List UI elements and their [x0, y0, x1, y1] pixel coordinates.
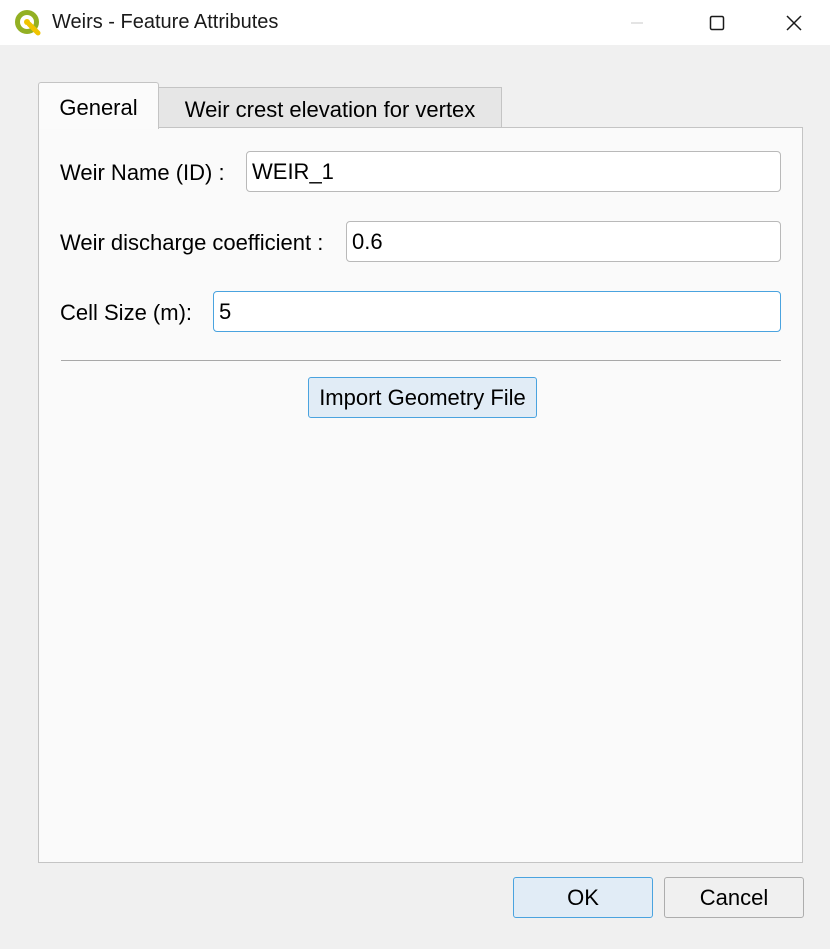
tab-general[interactable]: General	[38, 82, 159, 129]
weir-name-input[interactable]	[246, 151, 781, 192]
import-geometry-file-button[interactable]: Import Geometry File	[308, 377, 537, 418]
cell-size-label: Cell Size (m):	[60, 300, 193, 325]
title-bar[interactable]: Weirs - Feature Attributes	[0, 0, 830, 45]
general-tab-panel: Weir Name (ID) : Weir discharge coeffici…	[38, 127, 803, 863]
tab-weir-crest-elevation[interactable]: Weir crest elevation for vertex	[159, 87, 502, 128]
maximize-icon	[709, 15, 725, 30]
weir-name-label: Weir Name (ID) :	[60, 160, 225, 185]
window-title: Weirs - Feature Attributes	[52, 11, 279, 33]
close-button[interactable]	[757, 0, 830, 45]
maximize-button[interactable]	[677, 0, 757, 45]
section-divider	[61, 360, 781, 361]
minimize-button[interactable]	[597, 0, 677, 45]
cell-size-input[interactable]	[213, 291, 781, 332]
close-icon	[785, 14, 802, 31]
qgis-logo-icon	[14, 9, 42, 37]
discharge-coefficient-label: Weir discharge coefficient :	[60, 230, 324, 255]
minimize-icon	[631, 22, 643, 23]
discharge-coefficient-input[interactable]	[346, 221, 781, 262]
ok-button[interactable]: OK	[513, 877, 653, 918]
cancel-button[interactable]: Cancel	[664, 877, 804, 918]
